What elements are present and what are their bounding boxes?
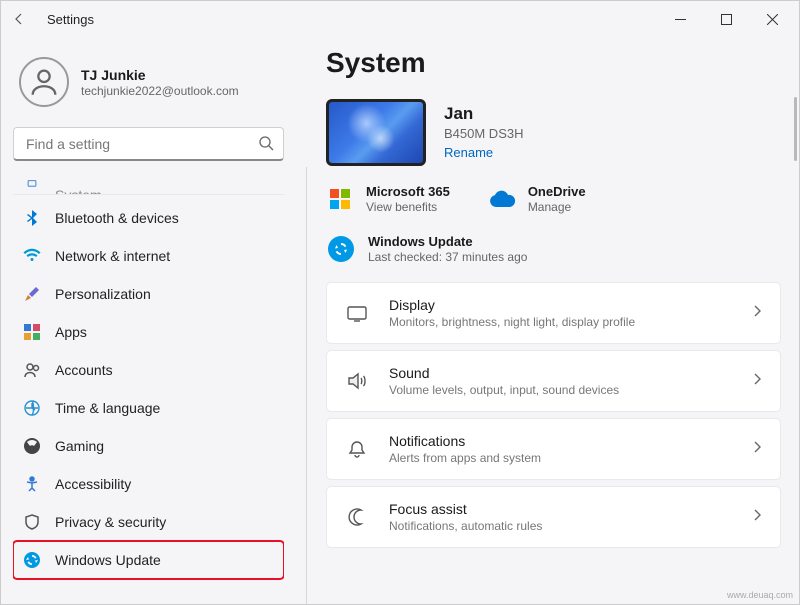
setting-title: Notifications (389, 433, 541, 449)
main-panel: System Jan B450M DS3H Rename Microsoft 3… (296, 37, 799, 604)
maximize-button[interactable] (703, 4, 749, 34)
nav-label: Bluetooth & devices (55, 210, 179, 226)
setting-sub: Volume levels, output, input, sound devi… (389, 383, 619, 397)
service-m365[interactable]: Microsoft 365 View benefits (326, 184, 450, 214)
device-thumbnail (326, 99, 426, 166)
service-sub: Manage (528, 200, 586, 214)
sidebar-item-personalization[interactable]: Personalization (13, 275, 284, 313)
watermark: www.deuaq.com (727, 590, 793, 600)
device-model: B450M DS3H (444, 126, 523, 141)
nav-label: Network & internet (55, 248, 170, 264)
setting-focus-assist[interactable]: Focus assist Notifications, automatic ru… (326, 486, 781, 548)
setting-notifications[interactable]: Notifications Alerts from apps and syste… (326, 418, 781, 480)
bell-icon (343, 435, 371, 463)
nav-label: Windows Update (55, 552, 161, 568)
service-title: Microsoft 365 (366, 184, 450, 199)
update-sub: Last checked: 37 minutes ago (368, 250, 527, 264)
nav-label: Gaming (55, 438, 104, 454)
user-block[interactable]: TJ Junkie techjunkie2022@outlook.com (13, 49, 284, 123)
search-icon (258, 135, 274, 156)
setting-display[interactable]: Display Monitors, brightness, night ligh… (326, 282, 781, 344)
accessibility-icon (23, 475, 41, 493)
minimize-button[interactable] (657, 4, 703, 34)
gaming-icon (23, 437, 41, 455)
title-bar: Settings (1, 1, 799, 37)
service-onedrive[interactable]: OneDrive Manage (488, 184, 586, 214)
chevron-right-icon (750, 304, 764, 323)
sidebar: TJ Junkie techjunkie2022@outlook.com Sys… (1, 37, 296, 604)
service-title: OneDrive (528, 184, 586, 199)
setting-sound[interactable]: Sound Volume levels, output, input, soun… (326, 350, 781, 412)
chevron-right-icon (750, 372, 764, 391)
nav-label: Personalization (55, 286, 151, 302)
arrow-left-icon (11, 11, 27, 27)
avatar (19, 57, 69, 107)
sidebar-item-system[interactable]: System (13, 177, 284, 195)
m365-icon (326, 185, 354, 213)
person-icon (27, 65, 61, 99)
clock-globe-icon (23, 399, 41, 417)
sidebar-item-time[interactable]: Time & language (13, 389, 284, 427)
device-name: Jan (444, 104, 523, 124)
setting-title: Display (389, 297, 635, 313)
setting-title: Sound (389, 365, 619, 381)
update-title: Windows Update (368, 234, 527, 249)
brush-icon (23, 285, 41, 303)
nav-label: Apps (55, 324, 87, 340)
sound-icon (343, 367, 371, 395)
bluetooth-icon (23, 209, 41, 227)
back-button[interactable] (5, 5, 33, 33)
service-sub: View benefits (366, 200, 450, 214)
services-row: Microsoft 365 View benefits OneDrive Man… (326, 184, 781, 214)
chevron-right-icon (750, 508, 764, 527)
close-button[interactable] (749, 4, 795, 34)
nav-list: System Bluetooth & devices Network & int… (13, 177, 284, 604)
nav-label: Time & language (55, 400, 160, 416)
search-box (13, 127, 284, 161)
shield-icon (23, 513, 41, 531)
update-circle-icon (328, 236, 354, 262)
user-email: techjunkie2022@outlook.com (81, 84, 239, 98)
rename-link[interactable]: Rename (444, 145, 493, 160)
device-row: Jan B450M DS3H Rename (326, 99, 781, 166)
accounts-icon (23, 361, 41, 379)
update-icon (23, 551, 41, 569)
apps-icon (23, 323, 41, 341)
windows-update-row[interactable]: Windows Update Last checked: 37 minutes … (326, 228, 781, 282)
user-name: TJ Junkie (81, 67, 239, 83)
nav-label: Accessibility (55, 476, 131, 492)
sidebar-item-gaming[interactable]: Gaming (13, 427, 284, 465)
setting-sub: Monitors, brightness, night light, displ… (389, 315, 635, 329)
nav-label: Privacy & security (55, 514, 166, 530)
setting-sub: Notifications, automatic rules (389, 519, 542, 533)
wifi-icon (23, 247, 41, 265)
scrollbar[interactable] (794, 97, 797, 161)
app-title: Settings (47, 12, 94, 27)
onedrive-icon (488, 185, 516, 213)
system-icon (23, 177, 41, 194)
setting-sub: Alerts from apps and system (389, 451, 541, 465)
sidebar-item-accessibility[interactable]: Accessibility (13, 465, 284, 503)
display-icon (343, 299, 371, 327)
sidebar-item-accounts[interactable]: Accounts (13, 351, 284, 389)
sidebar-item-windows-update[interactable]: Windows Update (13, 541, 284, 579)
sidebar-item-apps[interactable]: Apps (13, 313, 284, 351)
sidebar-item-network[interactable]: Network & internet (13, 237, 284, 275)
page-title: System (326, 47, 781, 79)
sidebar-item-bluetooth[interactable]: Bluetooth & devices (13, 199, 284, 237)
moon-icon (343, 503, 371, 531)
search-input[interactable] (13, 127, 284, 161)
setting-title: Focus assist (389, 501, 542, 517)
sidebar-item-privacy[interactable]: Privacy & security (13, 503, 284, 541)
chevron-right-icon (750, 440, 764, 459)
window-controls (657, 4, 795, 34)
nav-label: Accounts (55, 362, 113, 378)
